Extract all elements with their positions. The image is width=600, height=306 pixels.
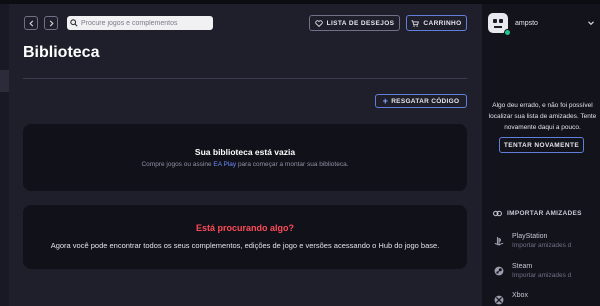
- import-friends-header: IMPORTAR AMIZADES: [493, 210, 582, 217]
- avatar-mouth: [494, 26, 502, 28]
- plus-icon: +: [382, 95, 389, 106]
- empty-library-heading: Sua biblioteca está vazia: [194, 147, 296, 157]
- cart-icon: [411, 19, 420, 27]
- cart-button[interactable]: CARRINHO: [406, 15, 467, 31]
- platform-import-text: Importar amizades d: [512, 272, 572, 279]
- search-box[interactable]: [67, 16, 213, 30]
- avatar[interactable]: [488, 13, 511, 36]
- wishlist-button[interactable]: LISTA DE DESEJOS: [309, 15, 400, 31]
- page-title: Biblioteca: [23, 44, 100, 61]
- platform-xbox[interactable]: Xbox: [493, 292, 528, 305]
- platform-name: Steam: [512, 263, 533, 270]
- forward-button[interactable]: [44, 16, 58, 30]
- steam-icon: [493, 265, 504, 276]
- avatar-eye-left: [493, 19, 497, 23]
- avatar-eye-right: [499, 19, 503, 23]
- title-divider: [23, 78, 467, 79]
- wishlist-label: LISTA DE DESEJOS: [326, 19, 395, 27]
- friends-error-message: Algo deu errado, e não foi possível loca…: [488, 102, 597, 131]
- playstation-icon: [493, 235, 504, 246]
- retry-button[interactable]: TENTAR NOVAMENTE: [499, 137, 584, 153]
- heart-icon: [314, 19, 323, 27]
- search-icon: [67, 19, 81, 27]
- chevron-right-icon: [49, 19, 54, 27]
- empty-library-text-end: para começar a montar sua biblioteca.: [236, 161, 349, 168]
- ea-play-link[interactable]: EA Play: [213, 161, 236, 168]
- empty-library-text: Compre jogos ou assine EA Play para come…: [141, 161, 348, 168]
- left-rail-marker: [0, 70, 9, 92]
- looking-heading: Está procurando algo?: [195, 222, 294, 233]
- platform-steam[interactable]: Steam Importar amizades d: [493, 263, 596, 279]
- looking-for-something-card: Está procurando algo? Agora você pode en…: [23, 205, 467, 269]
- platform-playstation[interactable]: PlayStation Importar amizades d: [493, 233, 596, 249]
- chevron-down-icon[interactable]: [587, 19, 595, 27]
- platform-import-text: Importar amizades d: [512, 242, 572, 249]
- platform-name: PlayStation: [512, 233, 548, 240]
- link-icon: [493, 210, 502, 217]
- friends-sidebar: ampsto Algo deu errado, e não foi possív…: [482, 4, 600, 306]
- back-button[interactable]: [24, 16, 38, 30]
- import-friends-label: IMPORTAR AMIZADES: [507, 210, 582, 217]
- empty-library-text-start: Compre jogos ou assine: [141, 161, 214, 168]
- xbox-icon: [493, 294, 504, 305]
- online-status-indicator: [504, 29, 511, 36]
- left-rail: [0, 4, 9, 306]
- search-input[interactable]: [81, 17, 209, 29]
- redeem-code-label: RESGATAR CÓDIGO: [391, 97, 460, 105]
- looking-text: Agora você pode encontrar todos os seus …: [50, 240, 440, 250]
- main-content: LISTA DE DESEJOS CARRINHO Biblioteca + R…: [9, 4, 482, 306]
- redeem-code-button[interactable]: + RESGATAR CÓDIGO: [375, 94, 467, 108]
- platform-name: Xbox: [512, 292, 528, 299]
- chevron-left-icon: [28, 19, 33, 27]
- username[interactable]: ampsto: [515, 20, 538, 27]
- retry-label: TENTAR NOVAMENTE: [503, 141, 580, 149]
- cart-label: CARRINHO: [423, 19, 462, 27]
- empty-library-card: Sua biblioteca está vazia Compre jogos o…: [23, 124, 467, 191]
